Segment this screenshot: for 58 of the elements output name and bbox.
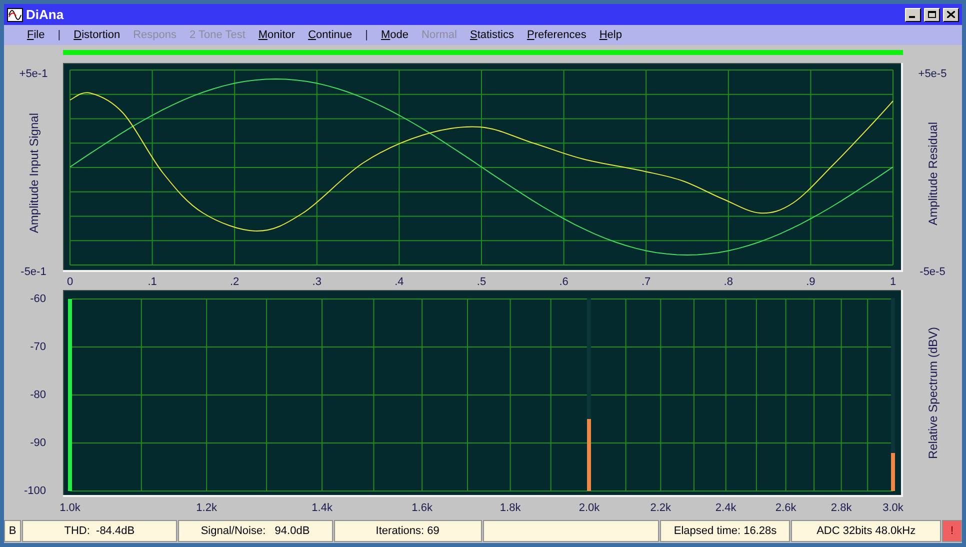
- minimize-button[interactable]: [905, 8, 921, 22]
- axis-tick-label: 2.2k: [650, 501, 672, 516]
- alert-indicator: !: [942, 520, 962, 542]
- axis-tick-label: 2.8k: [830, 501, 852, 516]
- axis-tick-label: -70: [29, 340, 46, 355]
- menu-item[interactable]: Distortion: [74, 26, 120, 44]
- axis-tick-label: .2: [230, 275, 240, 290]
- axis-tick-label: 1.6k: [412, 501, 432, 516]
- axis-tick-label: .9: [806, 275, 816, 290]
- axis-tick-label: 0: [66, 275, 74, 290]
- axis-tick-label: -5e-5: [920, 265, 946, 280]
- axis-title: Amplitude Residual: [924, 122, 940, 226]
- axis-tick-label: 2.0k: [578, 501, 600, 516]
- status-field: B: [4, 520, 21, 542]
- axis-tick-label: 2.4k: [715, 501, 736, 516]
- axis-tick-label: 1.4k: [312, 501, 332, 516]
- status-field: Elapsed time: 16.28s: [660, 520, 790, 542]
- status-field: Signal/Noise: 94.0dB: [178, 520, 333, 542]
- axis-tick-label: -60: [29, 292, 46, 307]
- axis-tick-label: .5: [476, 275, 486, 290]
- menu-item[interactable]: Monitor: [258, 26, 296, 44]
- maximize-icon: [928, 11, 936, 18]
- axis-tick-label: 1: [890, 275, 896, 290]
- axis-tick-label: 2.6k: [775, 501, 796, 516]
- axis-tick-label: -80: [29, 388, 46, 403]
- axis-tick-label: +5e-1: [19, 67, 48, 82]
- menu-separator: |: [365, 28, 368, 43]
- axis-tick-label: .6: [559, 275, 568, 290]
- axis-tick-label: 3.0k: [882, 501, 904, 516]
- axis-tick-label: 1.8k: [500, 501, 521, 516]
- axis-tick-label: -100: [22, 484, 46, 499]
- axis-tick-label: +5e-5: [918, 67, 947, 82]
- status-field: Iterations: 69: [334, 520, 482, 542]
- axis-tick-label: -5e-1: [20, 265, 46, 280]
- waveform-icon: [7, 8, 23, 22]
- close-button[interactable]: [943, 8, 959, 22]
- window-title: DiAna: [26, 6, 64, 24]
- menu-item[interactable]: Mode: [380, 26, 409, 44]
- menu-item[interactable]: File: [27, 26, 45, 44]
- axis-tick-label: .7: [642, 275, 651, 290]
- axis-tick-label: .3: [312, 275, 322, 290]
- maximize-button[interactable]: [924, 8, 940, 22]
- menu-item[interactable]: Help: [599, 26, 622, 44]
- axis-title: Relative Spectrum (dBV): [924, 327, 940, 460]
- axis-title: Amplitude Input Signal: [26, 113, 42, 234]
- menu-item[interactable]: Statistics: [470, 26, 514, 44]
- status-field: ADC 32bits 48.0kHz: [791, 520, 942, 542]
- close-icon: [947, 11, 955, 18]
- axis-tick-label: -90: [29, 436, 46, 451]
- axis-tick-label: 1.2k: [196, 501, 217, 516]
- axis-tick-label: .4: [394, 275, 404, 290]
- status-field: THD: -84.4dB: [22, 520, 177, 542]
- axis-tick-label: .1: [148, 275, 157, 290]
- axis-tick-label: 1.0k: [60, 501, 80, 516]
- menu-item[interactable]: Continue: [308, 26, 352, 44]
- menu-item[interactable]: Preferences: [527, 26, 586, 44]
- axis-tick-label: .8: [724, 275, 733, 290]
- menu-separator: |: [58, 28, 61, 43]
